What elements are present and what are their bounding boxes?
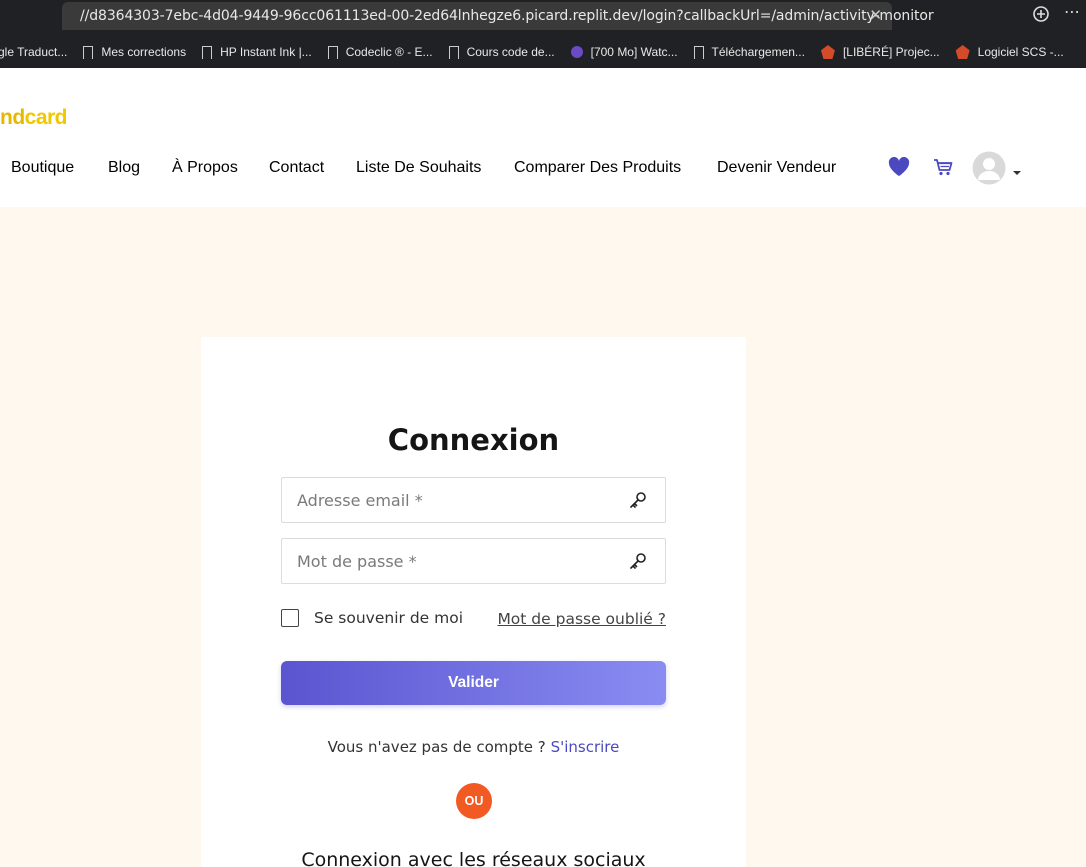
remember-label: Se souvenir de moi (314, 609, 464, 627)
bookmark-item[interactable]: [LIBÉRÉ] Projec... (820, 45, 940, 59)
login-card: Connexion Se souvenir de moi Mot de pass… (201, 337, 746, 867)
cart-icon[interactable] (933, 158, 953, 181)
email-field[interactable] (281, 477, 666, 523)
copilot-icon[interactable] (1032, 5, 1050, 28)
bookmark-item[interactable]: Cours code de... (448, 45, 555, 59)
bookmark-icon (83, 45, 94, 59)
bookmark-item[interactable]: Mes corrections (83, 45, 186, 59)
chevron-down-icon[interactable] (1012, 163, 1022, 181)
browser-chrome: //d8364303-7ebc-4d04-9449-96cc061113ed-0… (0, 0, 1086, 68)
signup-prompt: Vous n'avez pas de compte ? S'inscrire (201, 738, 746, 756)
more-options-icon[interactable]: ⋯ (1064, 2, 1081, 22)
remember-checkbox[interactable] (281, 609, 299, 627)
site-logo[interactable]: ndcard (0, 106, 68, 130)
bookmark-item[interactable]: Codeclic ® - E... (327, 45, 433, 59)
key-icon (629, 491, 647, 514)
email-input[interactable] (297, 490, 617, 510)
nav-boutique[interactable]: Boutique (11, 159, 74, 177)
password-field[interactable] (281, 538, 666, 584)
bookmark-item[interactable]: [700 Mo] Watc... (570, 45, 678, 59)
wishlist-heart-icon[interactable] (888, 156, 910, 182)
no-account-text: Vous n'avez pas de compte ? (327, 738, 546, 756)
bookmark-item[interactable]: Téléchargemen... (693, 45, 805, 59)
site-favicon-icon (570, 46, 583, 58)
submit-button[interactable]: Valider (281, 661, 666, 705)
address-bar[interactable]: //d8364303-7ebc-4d04-9449-96cc061113ed-0… (62, 2, 934, 30)
bookmark-icon (448, 45, 459, 59)
signup-link[interactable]: S'inscrire (551, 738, 620, 756)
bookmark-item[interactable]: Logiciel SCS -... (955, 45, 1064, 59)
bookmark-item[interactable]: gle Traduct... (0, 45, 67, 59)
page-title: Connexion (387, 423, 560, 457)
site-header: ndcard Boutique Blog À Propos Contact Li… (0, 68, 1086, 207)
bookmark-item[interactable]: HP Instant Ink |... (202, 45, 312, 59)
nav-a-propos[interactable]: À Propos (172, 159, 238, 177)
url-text[interactable]: //d8364303-7ebc-4d04-9449-96cc061113ed-0… (80, 8, 934, 24)
bookmarks-bar: gle Traduct... Mes corrections HP Instan… (0, 38, 1086, 66)
remember-me[interactable]: Se souvenir de moi (281, 609, 463, 627)
site-favicon-icon (955, 45, 970, 59)
nav-devenir-vendeur[interactable]: Devenir Vendeur (717, 159, 836, 177)
close-tab-icon[interactable]: ✕ (869, 6, 882, 24)
nav-blog[interactable]: Blog (108, 159, 140, 177)
bookmark-icon (327, 45, 338, 59)
nav-comparer-produits[interactable]: Comparer Des Produits (514, 159, 681, 177)
nav-contact[interactable]: Contact (269, 159, 324, 177)
site-favicon-icon (820, 45, 835, 59)
or-badge: OU (456, 783, 492, 819)
bookmark-icon (693, 45, 704, 59)
forgot-password-link[interactable]: Mot de passe oublié ? (497, 610, 666, 628)
avatar[interactable] (972, 151, 1008, 190)
nav-liste-de-souhaits[interactable]: Liste De Souhaits (356, 159, 481, 177)
bookmark-icon (202, 45, 213, 59)
password-input[interactable] (297, 551, 617, 571)
key-icon (629, 552, 647, 575)
social-login-title: Connexion avec les réseaux sociaux (301, 849, 646, 867)
